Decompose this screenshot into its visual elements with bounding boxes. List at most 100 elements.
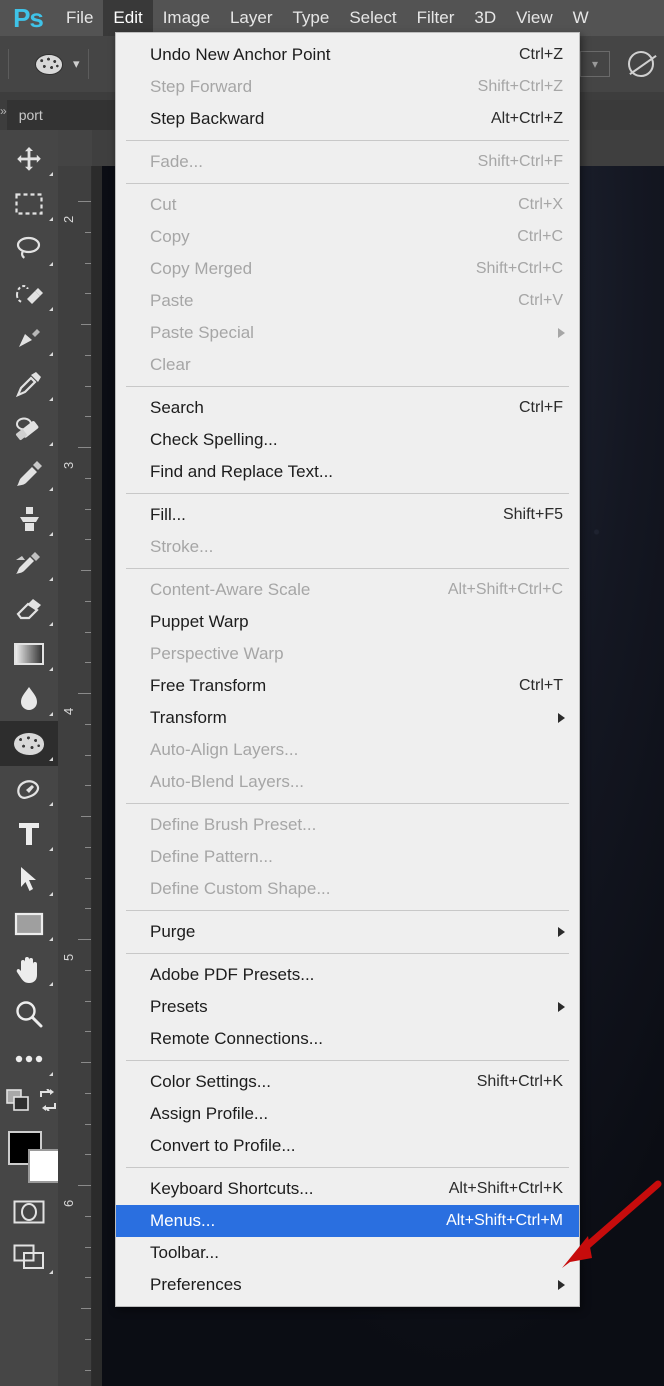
lasso-tool[interactable] <box>0 226 58 271</box>
menu-item-menus[interactable]: Menus... Alt+Shift+Ctrl+M <box>116 1205 579 1237</box>
menu-item-perspective-warp[interactable]: Perspective Warp <box>116 638 579 670</box>
chevron-down-icon[interactable]: ▾ <box>73 56 80 72</box>
zoom-tool[interactable] <box>0 991 58 1036</box>
menu-item-toolbar[interactable]: Toolbar... <box>116 1237 579 1269</box>
more-tools-button[interactable] <box>0 1036 58 1081</box>
menu-item-presets[interactable]: Presets <box>116 991 579 1023</box>
menubar-item-3d[interactable]: 3D <box>464 0 506 36</box>
menu-item-paste[interactable]: Paste Ctrl+V <box>116 285 579 317</box>
ruler-minor-tick <box>85 1338 91 1340</box>
eyedropper-tool[interactable] <box>0 361 58 406</box>
menu-item-label: Copy Merged <box>150 259 253 278</box>
clone-stamp-tool[interactable] <box>0 496 58 541</box>
menubar-item-w[interactable]: W <box>563 0 599 36</box>
menubar-item-select[interactable]: Select <box>339 0 406 36</box>
hand-tool[interactable] <box>0 946 58 991</box>
options-dropdown-button[interactable]: ▾ <box>580 51 610 77</box>
ruler-minor-tick <box>85 262 91 264</box>
document-tab[interactable]: port <box>6 100 127 130</box>
ruler-minor-tick <box>85 1215 91 1217</box>
menu-item-copy[interactable]: Copy Ctrl+C <box>116 221 579 253</box>
background-color-swatch[interactable] <box>28 1149 62 1183</box>
edit-menu-dropdown[interactable]: Undo New Anchor Point Ctrl+Z Step Forward S… <box>115 32 580 1307</box>
menu-separator <box>126 803 569 804</box>
menu-item-check-spelling[interactable]: Check Spelling... <box>116 424 579 456</box>
spot-healing-brush-tool[interactable] <box>0 406 58 451</box>
ruler-minor-tick <box>81 1308 91 1309</box>
menu-item-define-brush-preset[interactable]: Define Brush Preset... <box>116 809 579 841</box>
menubar-item-file[interactable]: File <box>56 0 103 36</box>
menu-item-fill[interactable]: Fill... Shift+F5 <box>116 499 579 531</box>
menu-separator <box>126 183 569 184</box>
no-symbol-icon[interactable] <box>628 51 654 77</box>
menu-item-step-forward[interactable]: Step Forward Shift+Ctrl+Z <box>116 71 579 103</box>
crop-tool[interactable] <box>0 316 58 361</box>
brush-tool[interactable] <box>0 451 58 496</box>
panel-collapse-icon[interactable]: » <box>0 92 7 130</box>
menu-item-transform[interactable]: Transform <box>116 702 579 734</box>
menu-item-auto-align-layers[interactable]: Auto-Align Layers... <box>116 734 579 766</box>
history-brush-tool[interactable] <box>0 541 58 586</box>
screen-mode-button[interactable] <box>0 1234 58 1279</box>
menu-item-define-pattern[interactable]: Define Pattern... <box>116 841 579 873</box>
menu-item-auto-blend-layers[interactable]: Auto-Blend Layers... <box>116 766 579 798</box>
menubar-item-layer[interactable]: Layer <box>220 0 283 36</box>
menu-item-preferences[interactable]: Preferences <box>116 1269 579 1301</box>
quick-selection-tool[interactable] <box>0 271 58 316</box>
ruler-minor-tick <box>85 508 91 510</box>
menu-item-label: Check Spelling... <box>150 430 278 449</box>
menubar-item-image[interactable]: Image <box>153 0 220 36</box>
tool-preset-picker[interactable] <box>29 47 69 81</box>
menu-item-content-aware-scale[interactable]: Content-Aware Scale Alt+Shift+Ctrl+C <box>116 574 579 606</box>
rectangle-tool[interactable] <box>0 901 58 946</box>
edit-toolbar-icon[interactable] <box>6 1089 32 1118</box>
menubar-item-edit[interactable]: Edit <box>103 0 153 36</box>
menu-item-define-custom-shape[interactable]: Define Custom Shape... <box>116 873 579 905</box>
menu-bar: Ps File Edit Image Layer Type Select Filter 3D V… <box>0 0 664 36</box>
ruler-minor-tick <box>85 1154 91 1156</box>
menu-separator <box>126 910 569 911</box>
menu-item-find-and-replace-text[interactable]: Find and Replace Text... <box>116 456 579 488</box>
swap-colors-icon[interactable] <box>38 1088 58 1116</box>
menubar-item-type[interactable]: Type <box>282 0 339 36</box>
blur-tool[interactable] <box>0 676 58 721</box>
tool-flyout-indicator <box>49 487 53 491</box>
options-divider <box>87 49 89 79</box>
menu-item-assign-profile[interactable]: Assign Profile... <box>116 1098 579 1130</box>
menu-item-stroke[interactable]: Stroke... <box>116 531 579 563</box>
menu-item-fade[interactable]: Fade... Shift+Ctrl+F <box>116 146 579 178</box>
menu-item-step-backward[interactable]: Step Backward Alt+Ctrl+Z <box>116 103 579 135</box>
menu-item-cut[interactable]: Cut Ctrl+X <box>116 189 579 221</box>
eraser-tool[interactable] <box>0 586 58 631</box>
menu-item-adobe-pdf-presets[interactable]: Adobe PDF Presets... <box>116 959 579 991</box>
menu-item-label: Search <box>150 398 204 417</box>
pen-tool[interactable] <box>0 766 58 811</box>
menu-item-paste-special[interactable]: Paste Special <box>116 317 579 349</box>
menu-item-remote-connections[interactable]: Remote Connections... <box>116 1023 579 1055</box>
path-selection-tool[interactable] <box>0 856 58 901</box>
move-tool[interactable] <box>0 136 58 181</box>
menu-item-label: Purge <box>150 922 196 941</box>
quick-mask-button[interactable] <box>0 1189 58 1234</box>
tool-flyout-indicator <box>49 1270 53 1274</box>
menu-item-free-transform[interactable]: Free Transform Ctrl+T <box>116 670 579 702</box>
vertical-ruler[interactable]: 2 3 4 5 6 <box>58 166 92 1386</box>
menu-item-color-settings[interactable]: Color Settings... Shift+Ctrl+K <box>116 1066 579 1098</box>
sponge-tool[interactable] <box>0 721 58 766</box>
ruler-major-tick <box>78 939 91 940</box>
menu-item-label: Stroke... <box>150 537 214 556</box>
type-tool[interactable] <box>0 811 58 856</box>
menu-item-convert-to-profile[interactable]: Convert to Profile... <box>116 1130 579 1162</box>
menu-item-clear[interactable]: Clear <box>116 349 579 381</box>
menubar-item-filter[interactable]: Filter <box>407 0 465 36</box>
ruler-number: 3 <box>61 461 76 469</box>
gradient-tool[interactable] <box>0 631 58 676</box>
menubar-item-view[interactable]: View <box>506 0 563 36</box>
menu-item-keyboard-shortcuts[interactable]: Keyboard Shortcuts... Alt+Shift+Ctrl+K <box>116 1173 579 1205</box>
menu-item-purge[interactable]: Purge <box>116 916 579 948</box>
menu-item-undo-new-anchor-point[interactable]: Undo New Anchor Point Ctrl+Z <box>116 39 579 71</box>
rectangular-marquee-tool[interactable] <box>0 181 58 226</box>
menu-item-search[interactable]: Search Ctrl+F <box>116 392 579 424</box>
menu-item-copy-merged[interactable]: Copy Merged Shift+Ctrl+C <box>116 253 579 285</box>
menu-item-puppet-warp[interactable]: Puppet Warp <box>116 606 579 638</box>
